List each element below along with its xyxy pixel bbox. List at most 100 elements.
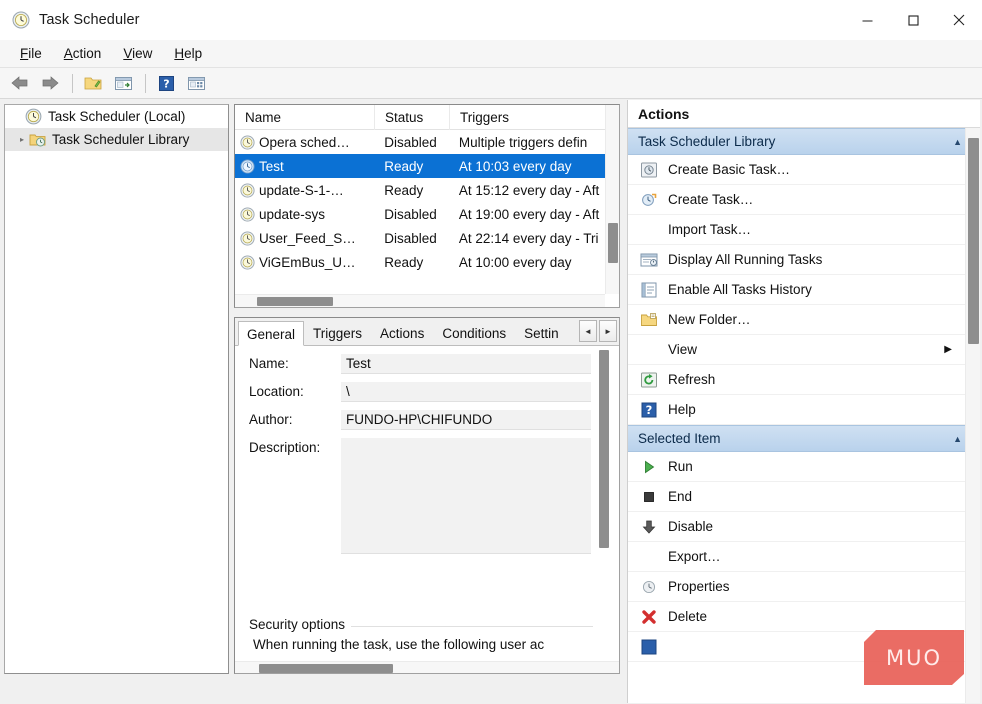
running-tasks-icon	[639, 250, 658, 269]
action-create-task[interactable]: Create Task…	[628, 185, 980, 215]
chevron-up-icon[interactable]: ▲	[953, 137, 962, 147]
watermark-text: MUO	[886, 646, 942, 670]
action-refresh[interactable]: Refresh	[628, 365, 980, 395]
back-button[interactable]	[6, 71, 34, 96]
actions-pane-title: Actions	[628, 100, 980, 128]
task-list-vertical-scrollbar[interactable]	[605, 105, 619, 294]
clock-icon	[240, 159, 255, 174]
action-help[interactable]: ? Help	[628, 395, 980, 425]
action-label: View	[668, 342, 697, 357]
task-status-cell: Disabled	[374, 207, 449, 222]
table-row[interactable]: update-sys Disabled At 19:00 every day -…	[235, 202, 619, 226]
task-name-cell: ViGEmBus_U…	[235, 255, 374, 270]
action-label: Display All Running Tasks	[668, 252, 822, 267]
tree-item-task-scheduler-local[interactable]: Task Scheduler (Local)	[5, 105, 228, 128]
action-label: New Folder…	[668, 312, 751, 327]
task-detail-pane: General Triggers Actions Conditions Sett…	[234, 317, 620, 674]
action-enable-all-tasks-history[interactable]: Enable All Tasks History	[628, 275, 980, 305]
menu-action[interactable]: Action	[53, 43, 113, 64]
task-list-body: Opera sched… Disabled Multiple triggers …	[235, 130, 619, 274]
action-end[interactable]: End	[628, 482, 980, 512]
location-field[interactable]: \	[341, 382, 591, 402]
scroll-thumb[interactable]	[599, 350, 609, 548]
action-delete[interactable]: Delete	[628, 602, 980, 632]
help-button[interactable]: ?	[152, 71, 180, 96]
action-properties[interactable]: Properties	[628, 572, 980, 602]
task-list-horizontal-scrollbar[interactable]	[235, 294, 605, 307]
tab-scroll-right-button[interactable]: ►	[599, 320, 617, 342]
create-basic-task-icon	[639, 160, 658, 179]
actions-pane: Actions Task Scheduler Library ▲ Create …	[627, 100, 980, 703]
scroll-thumb[interactable]	[608, 223, 618, 263]
action-new-folder[interactable]: New Folder…	[628, 305, 980, 335]
task-triggers-cell: At 10:00 every day	[449, 255, 619, 270]
maximize-button[interactable]	[890, 0, 936, 40]
menu-view[interactable]: View	[112, 43, 163, 64]
tab-conditions[interactable]: Conditions	[433, 320, 515, 345]
tree-item-task-scheduler-library[interactable]: ▸ Task Scheduler Library	[5, 128, 228, 151]
column-header-status[interactable]: Status	[375, 105, 450, 130]
task-status-cell: Ready	[374, 159, 449, 174]
show-hide-action-pane-button[interactable]	[182, 71, 210, 96]
clock-icon	[240, 135, 255, 150]
action-display-all-running-tasks[interactable]: Display All Running Tasks	[628, 245, 980, 275]
task-status-cell: Ready	[374, 183, 449, 198]
delete-x-icon	[639, 607, 658, 626]
name-field[interactable]: Test	[341, 354, 591, 374]
field-label: Description:	[249, 438, 341, 455]
column-header-name[interactable]: Name	[235, 105, 375, 130]
menu-action-label: A	[64, 46, 73, 61]
table-row[interactable]: Test Ready At 10:03 every day	[235, 154, 619, 178]
action-run[interactable]: Run	[628, 452, 980, 482]
detail-horizontal-scrollbar[interactable]	[235, 661, 619, 674]
task-triggers-cell: At 22:14 every day - Tri	[449, 231, 619, 246]
no-icon	[639, 220, 658, 239]
task-status-cell: Disabled	[374, 135, 449, 150]
no-icon	[639, 340, 658, 359]
actions-section-selected-item[interactable]: Selected Item ▲	[628, 425, 980, 452]
description-field[interactable]	[341, 438, 591, 554]
menu-file[interactable]: File	[9, 43, 53, 64]
task-name-cell: update-sys	[235, 207, 374, 222]
actions-pane-vertical-scrollbar[interactable]	[965, 128, 980, 703]
action-view[interactable]: View ▶	[628, 335, 980, 365]
clock-icon	[25, 108, 42, 125]
section-label: Task Scheduler Library	[638, 134, 775, 149]
chevron-right-icon[interactable]: ▸	[15, 135, 29, 144]
menu-help-rest: elp	[184, 46, 202, 61]
detail-tabstrip: General Triggers Actions Conditions Sett…	[235, 318, 619, 346]
tab-general[interactable]: General	[238, 321, 304, 346]
table-row[interactable]: User_Feed_S… Disabled At 22:14 every day…	[235, 226, 619, 250]
chevron-up-icon[interactable]: ▲	[953, 434, 962, 444]
table-row[interactable]: Opera sched… Disabled Multiple triggers …	[235, 130, 619, 154]
action-import-task[interactable]: Import Task…	[628, 215, 980, 245]
action-label: Import Task…	[668, 222, 751, 237]
scroll-thumb[interactable]	[257, 297, 333, 306]
table-row[interactable]: ViGEmBus_U… Ready At 10:00 every day	[235, 250, 619, 274]
menu-file-rest: ile	[28, 46, 42, 61]
forward-button[interactable]	[36, 71, 64, 96]
tab-actions[interactable]: Actions	[371, 320, 433, 345]
menu-help[interactable]: Help	[163, 43, 213, 64]
title-bar: Task Scheduler	[0, 0, 982, 40]
task-name-cell: User_Feed_S…	[235, 231, 374, 246]
task-name-label: User_Feed_S…	[259, 231, 356, 246]
scroll-thumb[interactable]	[968, 138, 979, 344]
actions-section-task-scheduler-library[interactable]: Task Scheduler Library ▲	[628, 128, 980, 155]
export-list-button[interactable]	[109, 71, 137, 96]
minimize-button[interactable]	[844, 0, 890, 40]
show-hide-console-tree-button[interactable]	[79, 71, 107, 96]
author-field[interactable]: FUNDO-HP\CHIFUNDO	[341, 410, 591, 430]
tab-scroll-left-button[interactable]: ◄	[579, 320, 597, 342]
table-row[interactable]: update-S-1-… Ready At 15:12 every day - …	[235, 178, 619, 202]
menu-file-label: F	[20, 46, 28, 61]
detail-vertical-scrollbar[interactable]	[597, 346, 611, 661]
action-create-basic-task[interactable]: Create Basic Task…	[628, 155, 980, 185]
tab-triggers[interactable]: Triggers	[304, 320, 371, 345]
action-export[interactable]: Export…	[628, 542, 980, 572]
tab-settings[interactable]: Settin	[515, 320, 559, 345]
close-button[interactable]	[936, 0, 982, 40]
scroll-thumb[interactable]	[259, 664, 393, 673]
action-disable[interactable]: Disable	[628, 512, 980, 542]
column-header-triggers[interactable]: Triggers	[450, 105, 607, 130]
